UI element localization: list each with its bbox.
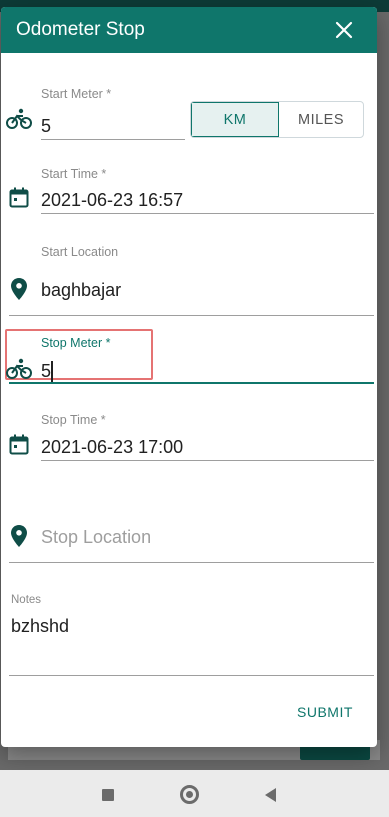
- back-icon[interactable]: [265, 788, 276, 802]
- start-time-input[interactable]: 2021-06-23 16:57: [41, 190, 183, 211]
- notes-underline: [9, 675, 374, 676]
- stop-location-input[interactable]: Stop Location: [41, 527, 151, 548]
- location-pin-icon: [11, 278, 27, 300]
- start-meter-input[interactable]: 5: [41, 116, 51, 137]
- start-location-input[interactable]: baghbajar: [41, 280, 121, 301]
- stop-location-underline: [9, 562, 374, 563]
- start-time-underline: [41, 213, 374, 214]
- home-icon[interactable]: [180, 785, 199, 804]
- calendar-icon: [9, 434, 29, 455]
- location-pin-icon: [11, 525, 27, 547]
- calendar-icon: [9, 187, 29, 208]
- stop-meter-label: Stop Meter *: [41, 336, 111, 350]
- notes-input[interactable]: bzhshd: [11, 616, 69, 637]
- unit-toggle: KM MILES: [190, 101, 364, 138]
- stop-meter-input[interactable]: 5: [41, 361, 51, 382]
- notes-label: Notes: [11, 594, 42, 606]
- stop-meter-underline: [9, 382, 374, 384]
- odometer-stop-dialog: Odometer Stop Start Meter * 5 KM MILES S…: [1, 7, 377, 747]
- unit-km-button[interactable]: KM: [191, 102, 279, 137]
- close-button[interactable]: [331, 17, 357, 43]
- start-time-label: Start Time *: [41, 167, 107, 181]
- bicycle-icon: [6, 358, 32, 379]
- stop-time-label: Stop Time *: [41, 413, 106, 427]
- text-cursor: [51, 361, 53, 383]
- dialog-header: Odometer Stop: [1, 7, 377, 53]
- dialog-title: Odometer Stop: [16, 19, 145, 40]
- recent-apps-icon[interactable]: [102, 789, 114, 801]
- bicycle-icon: [6, 108, 32, 129]
- start-meter-label: Start Meter *: [41, 87, 112, 101]
- start-location-label: Start Location: [41, 245, 119, 259]
- stop-time-input[interactable]: 2021-06-23 17:00: [41, 437, 183, 458]
- submit-button[interactable]: SUBMIT: [297, 704, 353, 720]
- stop-time-underline: [41, 460, 374, 461]
- close-icon: [335, 21, 353, 39]
- start-meter-underline: [41, 139, 185, 140]
- unit-miles-button[interactable]: MILES: [279, 102, 363, 137]
- start-location-underline: [9, 315, 374, 316]
